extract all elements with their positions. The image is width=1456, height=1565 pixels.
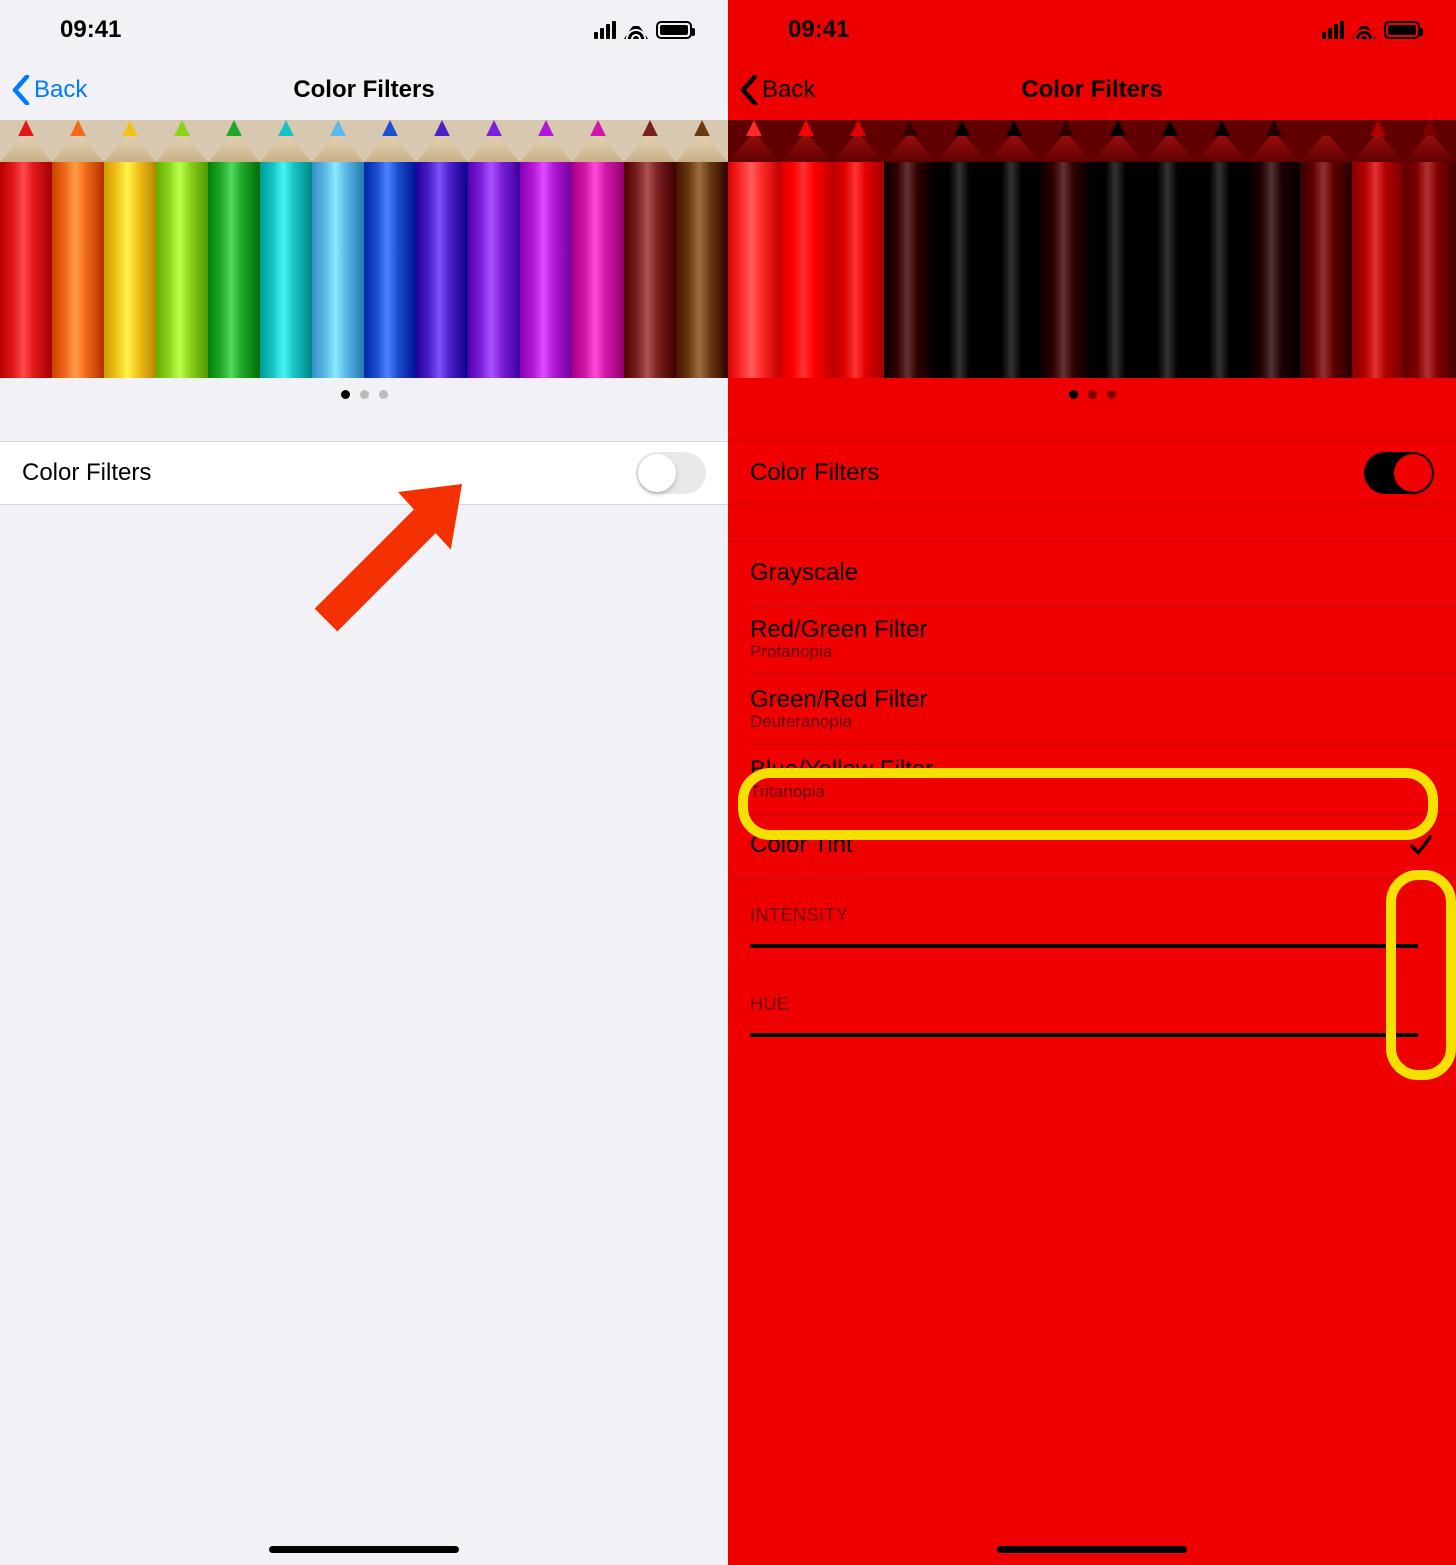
nav-bar: Back Color Filters: [0, 60, 728, 120]
status-icons: [594, 21, 692, 39]
toggle-label: Color Filters: [750, 459, 879, 487]
right-phone: 09:41 Back Color Filters Color Filters G: [728, 0, 1456, 1565]
signal-icon: [594, 21, 616, 39]
filter-option-label: Green/Red Filter: [750, 686, 927, 714]
back-label: Back: [762, 76, 815, 104]
pencils-preview[interactable]: [0, 120, 728, 378]
filter-option-label: Red/Green Filter: [750, 616, 927, 644]
filter-option-label: Color Tint: [750, 831, 853, 859]
status-time: 09:41: [60, 16, 121, 44]
filter-option-blue-yellow-filter[interactable]: Blue/Yellow FilterTritanopia: [728, 744, 1456, 814]
battery-icon: [1384, 21, 1420, 39]
hue-group: [728, 1023, 1456, 1055]
wifi-icon: [624, 21, 648, 39]
filter-option-grayscale[interactable]: Grayscale: [728, 542, 1456, 604]
toggle-label: Color Filters: [22, 459, 151, 487]
page-title: Color Filters: [0, 76, 728, 104]
color-filters-row: Color Filters: [0, 442, 728, 504]
filter-option-sublabel: Protanopia: [750, 642, 927, 662]
status-icons: [1322, 21, 1420, 39]
battery-icon: [656, 21, 692, 39]
hue-slider[interactable]: [750, 1033, 1434, 1037]
signal-icon: [1322, 21, 1344, 39]
chevron-left-icon: [12, 75, 30, 105]
filter-option-green-red-filter[interactable]: Green/Red FilterDeuteranopia: [728, 674, 1456, 744]
page-indicator[interactable]: [0, 378, 728, 409]
chevron-left-icon: [740, 75, 758, 105]
status-bar: 09:41: [728, 0, 1456, 60]
filter-options-group: GrayscaleRed/Green FilterProtanopiaGreen…: [728, 541, 1456, 877]
back-button[interactable]: Back: [0, 75, 87, 105]
filter-option-sublabel: Deuteranopia: [750, 712, 927, 732]
pencils-preview[interactable]: [728, 120, 1456, 378]
filter-option-sublabel: Tritanopia: [750, 782, 933, 802]
filter-option-label: Blue/Yellow Filter: [750, 756, 933, 784]
color-filters-toggle[interactable]: [636, 452, 706, 494]
page-title: Color Filters: [728, 76, 1456, 104]
hue-label: HUE: [728, 966, 1456, 1023]
color-filters-toggle[interactable]: [1364, 452, 1434, 494]
checkmark-icon: [1408, 832, 1434, 858]
page-indicator[interactable]: [728, 378, 1456, 409]
filter-option-red-green-filter[interactable]: Red/Green FilterProtanopia: [728, 604, 1456, 674]
back-label: Back: [34, 76, 87, 104]
filter-option-color-tint[interactable]: Color Tint: [728, 814, 1456, 876]
back-button[interactable]: Back: [728, 75, 815, 105]
home-indicator[interactable]: [997, 1546, 1187, 1553]
color-filters-row: Color Filters: [728, 442, 1456, 504]
nav-bar: Back Color Filters: [728, 60, 1456, 120]
intensity-label: INTENSITY: [728, 877, 1456, 934]
toggle-group: Color Filters: [728, 441, 1456, 505]
wifi-icon: [1352, 21, 1376, 39]
filter-option-label: Grayscale: [750, 559, 858, 587]
intensity-group: [728, 934, 1456, 966]
toggle-group: Color Filters: [0, 441, 728, 505]
home-indicator[interactable]: [269, 1546, 459, 1553]
status-bar: 09:41: [0, 0, 728, 60]
status-time: 09:41: [788, 16, 849, 44]
intensity-slider[interactable]: [750, 944, 1434, 948]
left-phone: 09:41 Back Color Filters Color Filters: [0, 0, 728, 1565]
